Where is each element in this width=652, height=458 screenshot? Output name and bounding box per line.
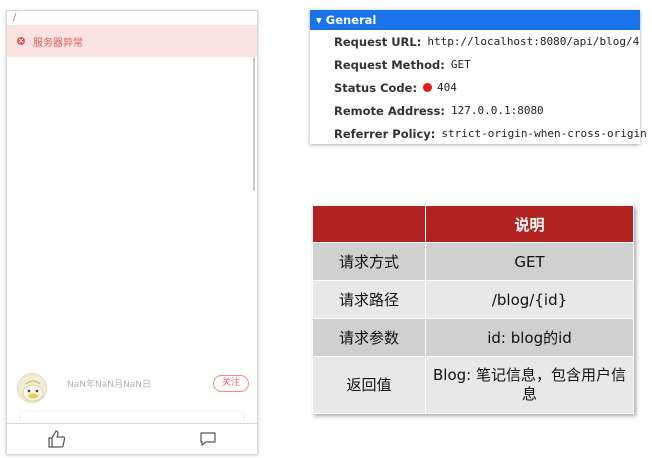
table-row: 返回值 Blog: 笔记信息，包含用户信息	[312, 356, 634, 414]
table-header-cell	[312, 205, 426, 243]
table-cell: 请求参数	[312, 318, 426, 357]
table-cell: GET	[425, 242, 634, 281]
table-cell: /blog/{id}	[425, 280, 634, 319]
general-header[interactable]: ▾ General	[310, 10, 640, 30]
error-toast: × 服务器异常	[7, 25, 257, 57]
table-row: 请求路径 /blog/{id}	[312, 280, 634, 319]
table-header-row: 说明	[312, 205, 634, 243]
table-cell: Blog: 笔记信息，包含用户信息	[425, 356, 634, 414]
row-label: Request Method:	[334, 57, 445, 72]
row-value: 404	[437, 81, 457, 94]
error-icon: ×	[17, 37, 25, 45]
table-cell: 返回值	[312, 356, 426, 414]
back-mark-icon[interactable]: /	[13, 13, 23, 23]
row-value: 127.0.0.1:8080	[450, 104, 544, 117]
error-message: 服务器异常	[33, 37, 83, 49]
row-label: Referrer Policy:	[334, 126, 436, 141]
comment-icon[interactable]	[199, 431, 217, 447]
row-label: Remote Address:	[334, 103, 445, 118]
general-panel: ▾ General Request URL: http://localhost:…	[310, 10, 647, 145]
table-cell: 请求路径	[312, 280, 426, 319]
row-label: Request URL:	[334, 34, 422, 49]
row-label: Status Code:	[334, 80, 418, 95]
table-header-cell: 说明	[425, 205, 634, 243]
row-value: strict-origin-when-cross-origin	[441, 127, 647, 140]
phone-screen: / × 服务器异常 NaN年NaN月NaN日 关注	[6, 10, 258, 454]
table-cell: 请求方式	[312, 242, 426, 281]
table-cell: id: blog的id	[425, 318, 634, 357]
api-spec-table: 说明 请求方式 GET 请求路径 /blog/{id} 请求参数 id: blo…	[312, 205, 634, 414]
status-dot-icon	[423, 83, 433, 92]
request-url-row: Request URL: http://localhost:8080/api/b…	[310, 30, 640, 53]
comment-card	[19, 411, 245, 421]
scrollbar[interactable]	[253, 57, 255, 191]
publish-date: NaN年NaN月NaN日	[67, 380, 151, 390]
table-row: 请求参数 id: blog的id	[312, 318, 634, 357]
status-code-row: Status Code: 404	[310, 76, 640, 99]
follow-button[interactable]: 关注	[213, 375, 249, 392]
row-value: http://localhost:8080/api/blog/4	[427, 35, 640, 48]
bottom-action-bar	[7, 423, 257, 454]
row-value: GET	[450, 58, 471, 71]
referrer-policy-row: Referrer Policy: strict-origin-when-cros…	[310, 122, 647, 145]
avatar[interactable]	[17, 373, 47, 403]
request-method-row: Request Method: GET	[310, 53, 640, 76]
table-row: 请求方式 GET	[312, 242, 634, 281]
like-icon[interactable]	[47, 429, 67, 449]
remote-address-row: Remote Address: 127.0.0.1:8080	[310, 99, 640, 122]
